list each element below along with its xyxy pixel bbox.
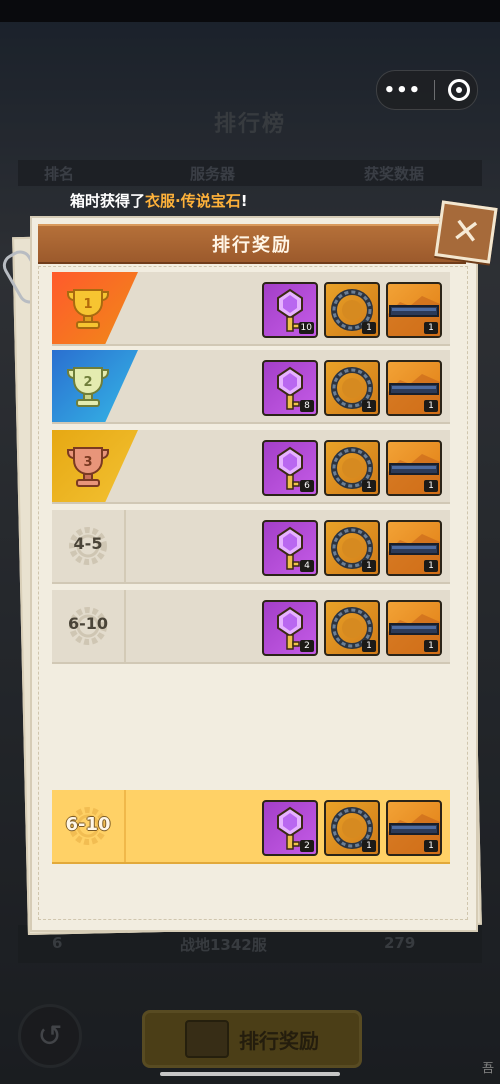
rank-cell: 4-5 bbox=[52, 510, 126, 582]
my-rank-label: 6-10 bbox=[65, 814, 111, 835]
my-reward-row: 6-10 2 1 1 bbox=[52, 790, 450, 864]
reward-qty: 1 bbox=[424, 480, 438, 492]
reward-qty: 4 bbox=[300, 560, 314, 572]
reward-blade-item[interactable]: 1 bbox=[386, 800, 442, 856]
capsule-divider bbox=[434, 80, 436, 100]
trophy-rank-2: 2 bbox=[83, 375, 92, 390]
reward-qty: 2 bbox=[300, 840, 314, 852]
reward-row-rank-2: 2 8 1 1 bbox=[52, 350, 450, 424]
rank-cell: 6-10 bbox=[52, 790, 126, 862]
close-icon: ✕ bbox=[449, 210, 483, 254]
reward-qty: 1 bbox=[362, 840, 376, 852]
reward-qty: 6 bbox=[300, 480, 314, 492]
reward-blade-item[interactable]: 1 bbox=[386, 600, 442, 656]
reward-key-item[interactable]: 6 bbox=[262, 440, 318, 496]
gold-trophy-icon: 1 bbox=[67, 289, 109, 329]
home-indicator bbox=[160, 1072, 340, 1076]
reward-row-rank-1: 1 10 1 1 bbox=[52, 272, 450, 346]
reward-qty: 1 bbox=[424, 640, 438, 652]
reward-qty: 1 bbox=[362, 322, 376, 334]
reward-row-rank-4-5: 4-5 4 1 1 bbox=[52, 510, 450, 584]
modal-close-button[interactable]: ✕ bbox=[434, 200, 498, 264]
close-miniprogram-icon[interactable] bbox=[448, 79, 471, 101]
watermark: 吾 bbox=[481, 1061, 494, 1075]
reward-qty: 2 bbox=[300, 640, 314, 652]
reward-ring-item[interactable]: 1 bbox=[324, 360, 380, 416]
silver-trophy-icon: 2 bbox=[67, 367, 109, 407]
rank-cell: 6-10 bbox=[52, 590, 126, 662]
modal-header: 排行奖励 bbox=[38, 224, 466, 264]
reward-qty: 1 bbox=[424, 400, 438, 412]
reward-qty: 1 bbox=[424, 322, 438, 334]
reward-row-rank-3: 3 6 1 1 bbox=[52, 430, 450, 504]
reward-qty: 1 bbox=[362, 400, 376, 412]
reward-qty: 1 bbox=[362, 480, 376, 492]
modal-title: 排行奖励 bbox=[212, 235, 292, 256]
trophy-rank-1: 1 bbox=[83, 297, 92, 312]
reward-qty: 1 bbox=[424, 560, 438, 572]
reward-qty: 1 bbox=[362, 560, 376, 572]
reward-blade-item[interactable]: 1 bbox=[386, 360, 442, 416]
trophy-rank-3: 3 bbox=[83, 455, 92, 470]
reward-qty: 1 bbox=[424, 840, 438, 852]
reward-ring-item[interactable]: 1 bbox=[324, 440, 380, 496]
reward-ring-item[interactable]: 1 bbox=[324, 800, 380, 856]
reward-ring-item[interactable]: 1 bbox=[324, 520, 380, 576]
reward-key-item[interactable]: 4 bbox=[262, 520, 318, 576]
reward-row-rank-6-10: 6-10 2 1 1 bbox=[52, 590, 450, 664]
reward-blade-item[interactable]: 1 bbox=[386, 282, 442, 338]
reward-qty: 10 bbox=[298, 322, 314, 334]
ticker-prefix: 箱时获得了 bbox=[70, 192, 146, 210]
ticker-item2: 传说宝石 bbox=[180, 192, 241, 210]
ticker-suffix: ! bbox=[240, 192, 248, 210]
reward-qty: 1 bbox=[362, 640, 376, 652]
announcement-ticker: 箱时获得了衣服·传说宝石! bbox=[70, 190, 248, 214]
reward-ring-item[interactable]: 1 bbox=[324, 282, 380, 338]
more-icon[interactable]: ••• bbox=[384, 80, 422, 101]
reward-blade-item[interactable]: 1 bbox=[386, 520, 442, 576]
rank-label: 6-10 bbox=[67, 614, 109, 633]
mini-program-capsule[interactable]: ••• bbox=[376, 70, 478, 110]
reward-key-item[interactable]: 2 bbox=[262, 800, 318, 856]
reward-qty: 8 bbox=[300, 400, 314, 412]
bronze-trophy-icon: 3 bbox=[67, 447, 109, 487]
ticker-item1: 衣服 bbox=[145, 192, 176, 210]
rank-label: 4-5 bbox=[73, 534, 103, 553]
reward-key-item[interactable]: 2 bbox=[262, 600, 318, 656]
reward-ring-item[interactable]: 1 bbox=[324, 600, 380, 656]
reward-key-item[interactable]: 8 bbox=[262, 360, 318, 416]
reward-key-item[interactable]: 10 bbox=[262, 282, 318, 338]
reward-blade-item[interactable]: 1 bbox=[386, 440, 442, 496]
